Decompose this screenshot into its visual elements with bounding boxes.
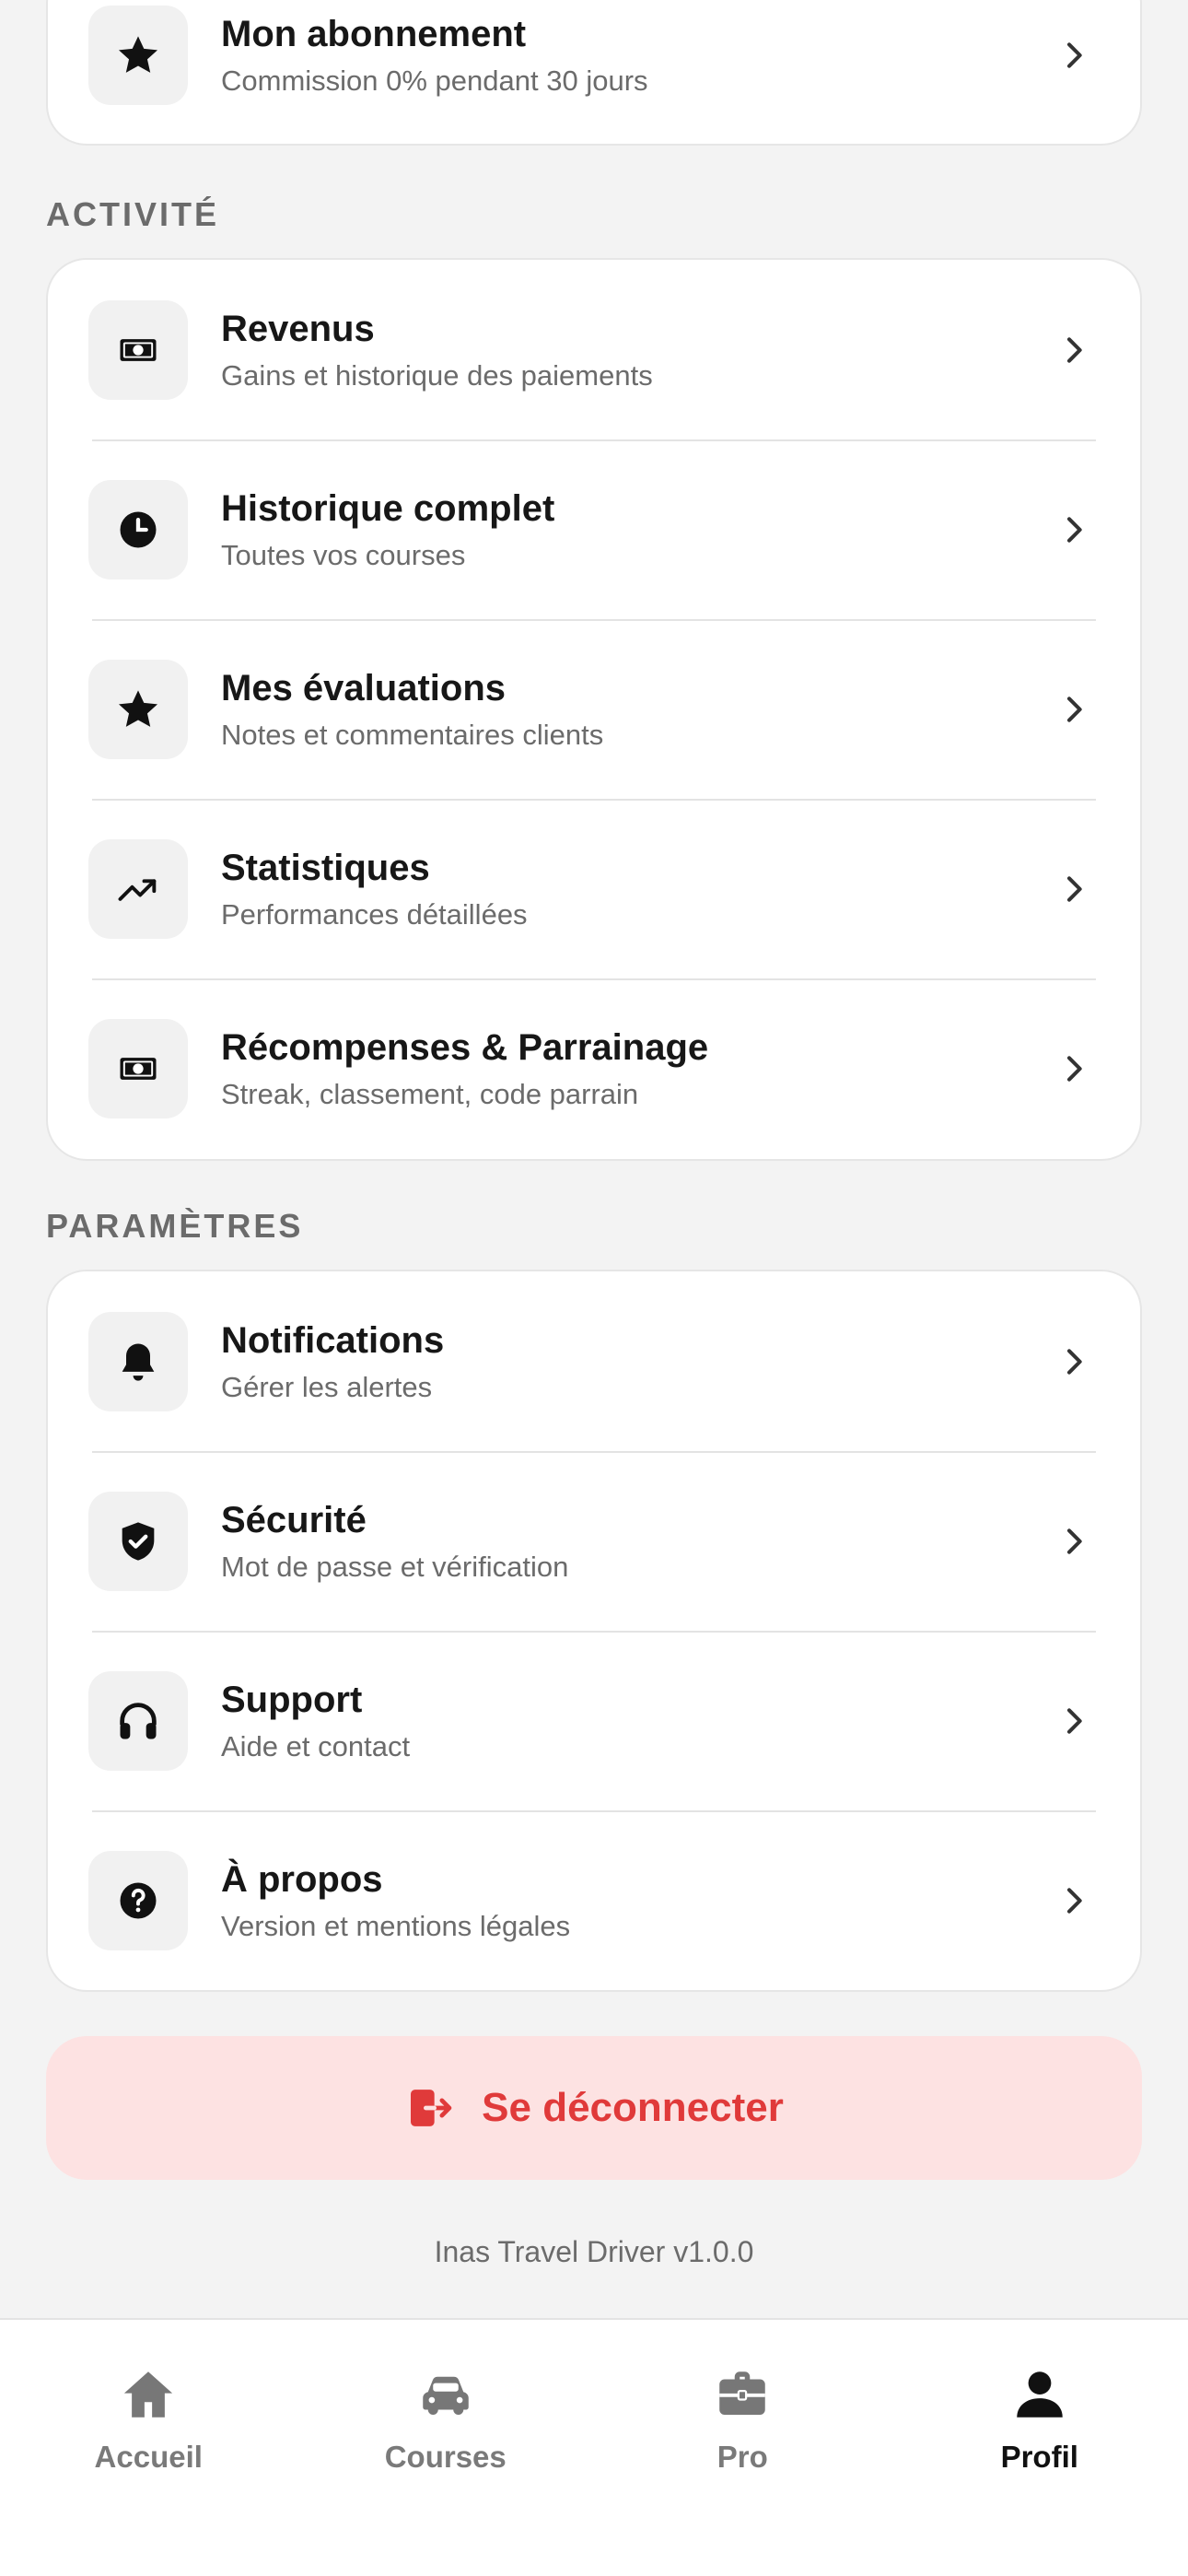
menu-item-title: Récompenses & Parrainage	[221, 1026, 709, 1068]
help-circle-icon	[88, 1850, 188, 1950]
cash-icon	[88, 299, 188, 400]
section-label-settings: PARAMÈTRES	[46, 1207, 304, 1245]
chevron-right-icon	[1067, 696, 1082, 722]
chevron-right-icon	[1067, 1887, 1082, 1914]
tab-label: Courses	[384, 2440, 507, 2474]
chevron-right-icon	[1067, 875, 1082, 902]
cash-icon	[88, 1018, 188, 1118]
menu-item-evaluations[interactable]: Mes évaluations Notes et commentaires cl…	[48, 619, 1140, 799]
subscription-card: Mon abonnement Commission 0% pendant 30 …	[46, 0, 1142, 146]
clock-icon	[88, 479, 188, 580]
chevron-right-icon	[1067, 516, 1082, 543]
shield-check-icon	[88, 1491, 188, 1591]
tab-accueil[interactable]: Accueil	[0, 2320, 297, 2576]
menu-item-subtitle: Streak, classement, code parrain	[221, 1077, 639, 1110]
app-version: Inas Travel Driver v1.0.0	[434, 2235, 754, 2268]
person-icon	[1017, 2371, 1063, 2418]
chevron-right-icon	[1067, 1348, 1082, 1375]
briefcase-icon	[719, 2371, 765, 2415]
menu-item-subtitle: Toutes vos courses	[221, 538, 466, 571]
bell-icon	[88, 1311, 188, 1411]
tab-label: Pro	[716, 2440, 768, 2474]
menu-item-subtitle: Commission 0% pendant 30 jours	[221, 64, 648, 98]
menu-item-subtitle: Performances détaillées	[221, 897, 528, 931]
star-icon	[88, 659, 188, 759]
tab-profil[interactable]: Profil	[891, 2320, 1188, 2576]
menu-item-subtitle: Version et mentions légales	[221, 1909, 571, 1942]
menu-item-title: Historique complet	[221, 487, 555, 529]
chevron-right-icon	[1067, 1707, 1082, 1734]
section-label-activity: ACTIVITÉ	[46, 195, 220, 233]
chevron-right-icon	[1067, 42, 1082, 68]
menu-item-subtitle: Aide et contact	[221, 1729, 411, 1762]
tab-label: Profil	[1000, 2440, 1078, 2474]
menu-item-subtitle: Notes et commentaires clients	[221, 718, 604, 751]
logout-label: Se déconnecter	[482, 2085, 784, 2130]
logout-icon	[411, 2090, 452, 2126]
menu-item-title: Mon abonnement	[221, 14, 527, 55]
menu-item-revenus[interactable]: Revenus Gains et historique des paiement…	[48, 260, 1140, 439]
menu-item-recompenses[interactable]: Récompenses & Parrainage Streak, classem…	[48, 978, 1140, 1158]
menu-item-title: Revenus	[221, 308, 375, 349]
menu-item-title: Sécurité	[221, 1499, 367, 1540]
chevron-right-icon	[1067, 1055, 1082, 1082]
menu-item-subtitle: Gains et historique des paiements	[221, 358, 653, 392]
menu-item-title: Mes évaluations	[221, 667, 507, 708]
car-icon	[423, 2376, 469, 2415]
profile-scroll-area[interactable]: Mon abonnement Commission 0% pendant 30 …	[0, 0, 1188, 2318]
tab-pro[interactable]: Pro	[594, 2320, 891, 2576]
star-icon	[88, 6, 188, 105]
menu-item-a-propos[interactable]: À propos Version et mentions légales	[48, 1810, 1140, 1990]
menu-item-subtitle: Mot de passe et vérification	[221, 1550, 569, 1583]
chevron-right-icon	[1067, 336, 1082, 363]
menu-item-title: Notifications	[221, 1319, 445, 1361]
menu-item-title: Statistiques	[221, 847, 430, 888]
menu-item-notifications[interactable]: Notifications Gérer les alertes	[48, 1271, 1140, 1451]
menu-item-support[interactable]: Support Aide et contact	[48, 1631, 1140, 1810]
tab-courses[interactable]: Courses	[297, 2320, 595, 2576]
settings-card: Notifications Gérer les alertes Sécurité…	[46, 1270, 1142, 1992]
bottom-tab-bar: Accueil Courses Pro Profil	[0, 2318, 1188, 2576]
logout-button[interactable]: Se déconnecter	[46, 2036, 1142, 2180]
chevron-right-icon	[1067, 1528, 1082, 1554]
menu-item-subscription[interactable]: Mon abonnement Commission 0% pendant 30 …	[48, 0, 1140, 144]
trending-up-icon	[88, 838, 188, 939]
menu-item-title: Support	[221, 1679, 363, 1720]
menu-item-historique[interactable]: Historique complet Toutes vos courses	[48, 439, 1140, 619]
menu-item-statistiques[interactable]: Statistiques Performances détaillées	[48, 799, 1140, 978]
activity-card: Revenus Gains et historique des paiement…	[46, 258, 1142, 1161]
tab-label: Accueil	[94, 2440, 203, 2474]
menu-item-subtitle: Gérer les alertes	[221, 1370, 433, 1403]
home-icon	[124, 2371, 173, 2418]
headphones-icon	[88, 1670, 188, 1771]
menu-item-securite[interactable]: Sécurité Mot de passe et vérification	[48, 1451, 1140, 1631]
menu-item-title: À propos	[221, 1858, 383, 1900]
